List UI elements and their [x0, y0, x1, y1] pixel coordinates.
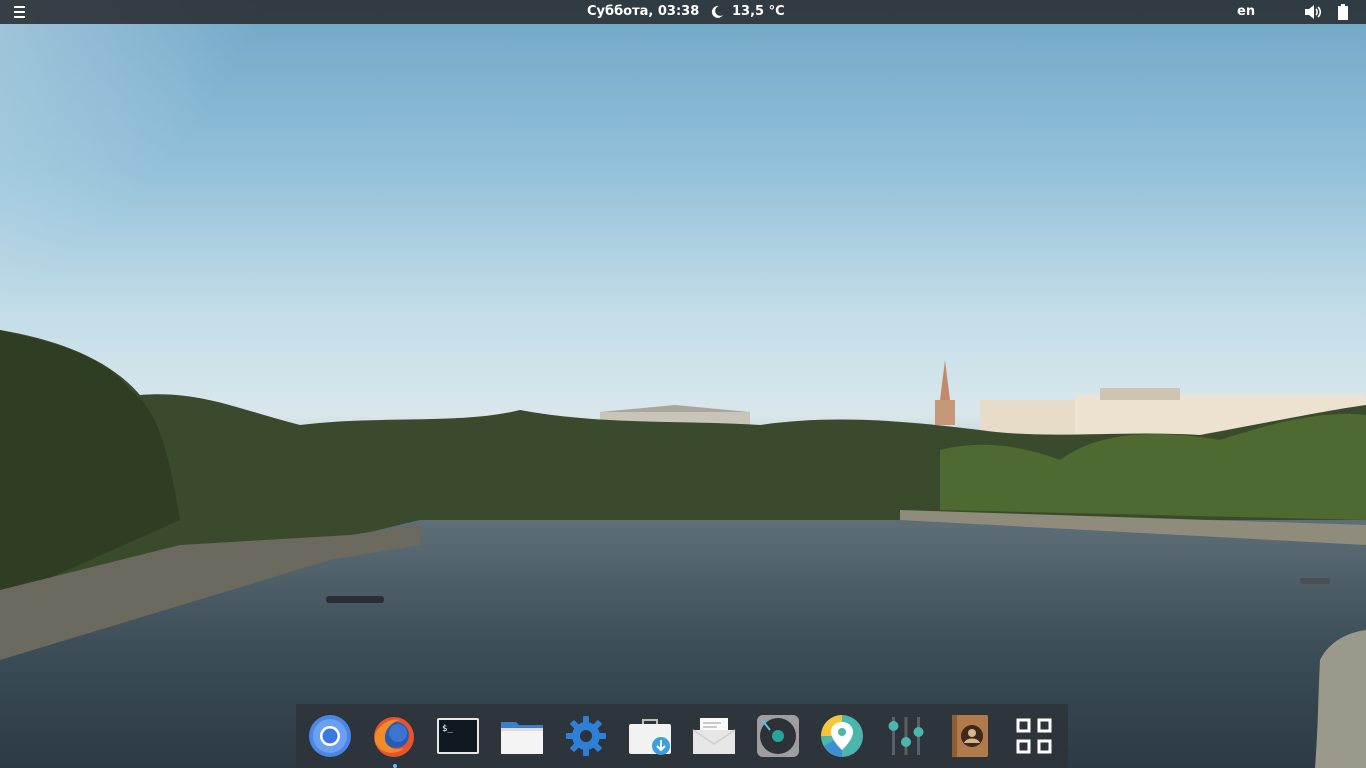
clock[interactable]: Суббота, 03:38: [587, 0, 699, 24]
firefox-icon[interactable]: [372, 714, 416, 758]
desktop: Суббота, 03:38 13,5 °C en $_: [0, 0, 1366, 768]
moon-icon: [711, 5, 723, 18]
temperature: 13,5 °C: [732, 4, 785, 19]
dock: $_: [296, 704, 1068, 768]
mail-icon[interactable]: [692, 714, 736, 758]
battery-icon[interactable]: [1337, 4, 1349, 20]
contacts-book-icon[interactable]: [948, 714, 992, 758]
music-player-icon[interactable]: [756, 714, 800, 758]
wallpaper-river-photo: [0, 0, 1366, 768]
sliders-icon[interactable]: [884, 714, 928, 758]
keyboard-layout-indicator[interactable]: en: [1237, 0, 1255, 24]
gear-icon[interactable]: [564, 714, 608, 758]
running-indicator: [393, 764, 397, 768]
folder-icon[interactable]: [500, 714, 544, 758]
map-pin-icon[interactable]: [820, 714, 864, 758]
top-panel: Суббота, 03:38 13,5 °C en: [0, 0, 1366, 24]
store-download-icon[interactable]: [628, 714, 672, 758]
app-grid-icon[interactable]: [1012, 714, 1056, 758]
weather-indicator[interactable]: 13,5 °C: [710, 0, 785, 24]
hamburger-menu-icon[interactable]: [9, 5, 29, 19]
chromium-icon[interactable]: [308, 714, 352, 758]
terminal-icon[interactable]: $_: [436, 714, 480, 758]
terminal-prompt: $_: [442, 724, 453, 734]
speaker-volume-icon[interactable]: [1304, 4, 1322, 20]
